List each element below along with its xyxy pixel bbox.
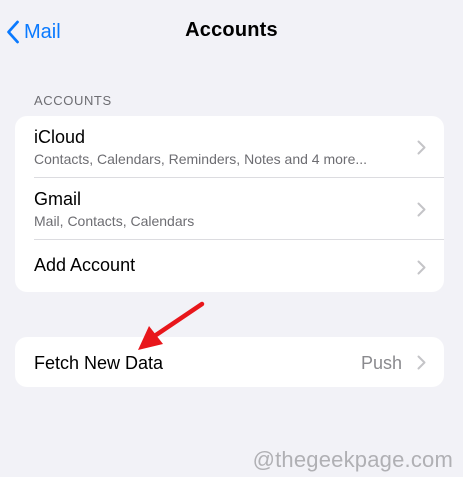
fetch-new-data-label: Fetch New Data bbox=[34, 353, 164, 373]
account-title: Gmail bbox=[34, 189, 82, 209]
navigation-bar: Mail Accounts bbox=[0, 0, 463, 64]
account-services: Mail, Contacts, Calendars bbox=[34, 213, 195, 229]
settings-accounts-screen: Mail Accounts ACCOUNTS iCloud Contacts, … bbox=[0, 0, 463, 477]
chevron-right-icon bbox=[417, 140, 426, 155]
fetch-mode-value: Push bbox=[360, 353, 402, 373]
account-row-gmail[interactable]: Gmail Mail, Contacts, Calendars bbox=[15, 178, 444, 240]
account-services: Contacts, Calendars, Reminders, Notes an… bbox=[34, 151, 368, 167]
chevron-right-icon bbox=[417, 355, 426, 370]
chevron-right-icon bbox=[417, 260, 426, 275]
fetch-settings-group: Fetch New Data Push bbox=[15, 337, 444, 387]
page-title: Accounts bbox=[185, 19, 278, 41]
accounts-section-header: ACCOUNTS bbox=[34, 93, 112, 108]
account-row-icloud[interactable]: iCloud Contacts, Calendars, Reminders, N… bbox=[15, 116, 444, 178]
fetch-new-data-row[interactable]: Fetch New Data Push bbox=[15, 337, 444, 387]
add-account-label: Add Account bbox=[34, 255, 136, 275]
account-title: iCloud bbox=[34, 127, 86, 147]
chevron-right-icon bbox=[417, 202, 426, 217]
add-account-row[interactable]: Add Account bbox=[15, 240, 444, 292]
accounts-list: iCloud Contacts, Calendars, Reminders, N… bbox=[15, 116, 444, 292]
watermark: @thegeekpage.com bbox=[252, 447, 453, 472]
